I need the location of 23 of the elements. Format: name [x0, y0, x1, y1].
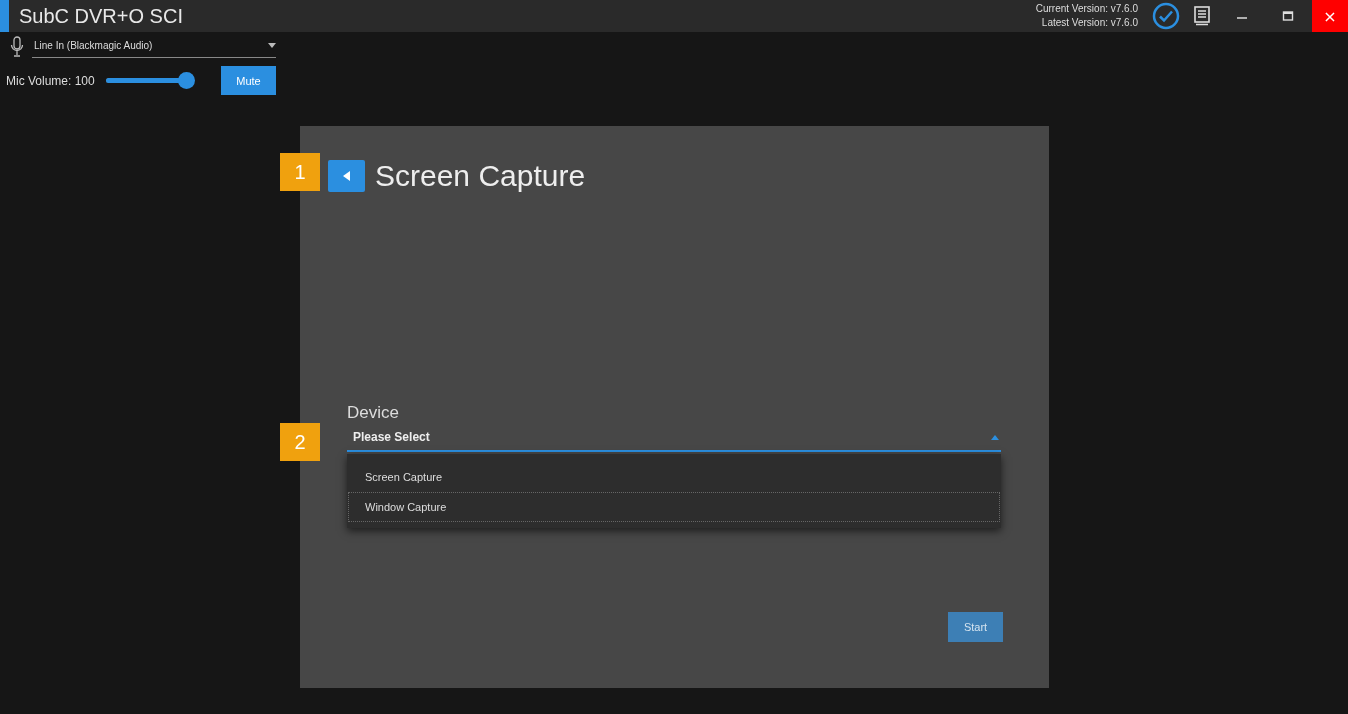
step-badge: 1 [280, 153, 320, 191]
volume-label: Mic Volume: 100 [6, 73, 96, 88]
back-button[interactable] [328, 160, 365, 192]
close-button[interactable]: × [1312, 0, 1348, 32]
step-badge: 2 [280, 423, 320, 461]
book-icon[interactable] [1194, 6, 1210, 26]
volume-slider[interactable] [105, 72, 195, 89]
back-arrow-icon [342, 171, 351, 181]
dropdown-option[interactable]: Window Capture [348, 492, 1000, 522]
dropdown-option[interactable]: Screen Capture [348, 462, 1000, 492]
device-dropdown[interactable]: Please Select [347, 423, 1001, 452]
accent-bar [0, 0, 9, 32]
current-version: Current Version: v7.6.0 [1035, 2, 1138, 16]
checkmark-circle-icon[interactable] [1152, 2, 1180, 30]
page-title: Screen Capture [375, 159, 586, 193]
maximize-icon[interactable] [1282, 10, 1294, 22]
latest-version: Latest Version: v7.6.0 [1041, 16, 1138, 30]
audio-input-dropdown[interactable]: Line In (Blackmagic Audio) [32, 36, 276, 58]
caret-icon [268, 43, 276, 48]
microphone-icon [10, 36, 24, 58]
device-label: Device [347, 403, 399, 422]
caret-icon [991, 434, 999, 440]
window-title: SubC DVR+O SCI [19, 4, 183, 28]
